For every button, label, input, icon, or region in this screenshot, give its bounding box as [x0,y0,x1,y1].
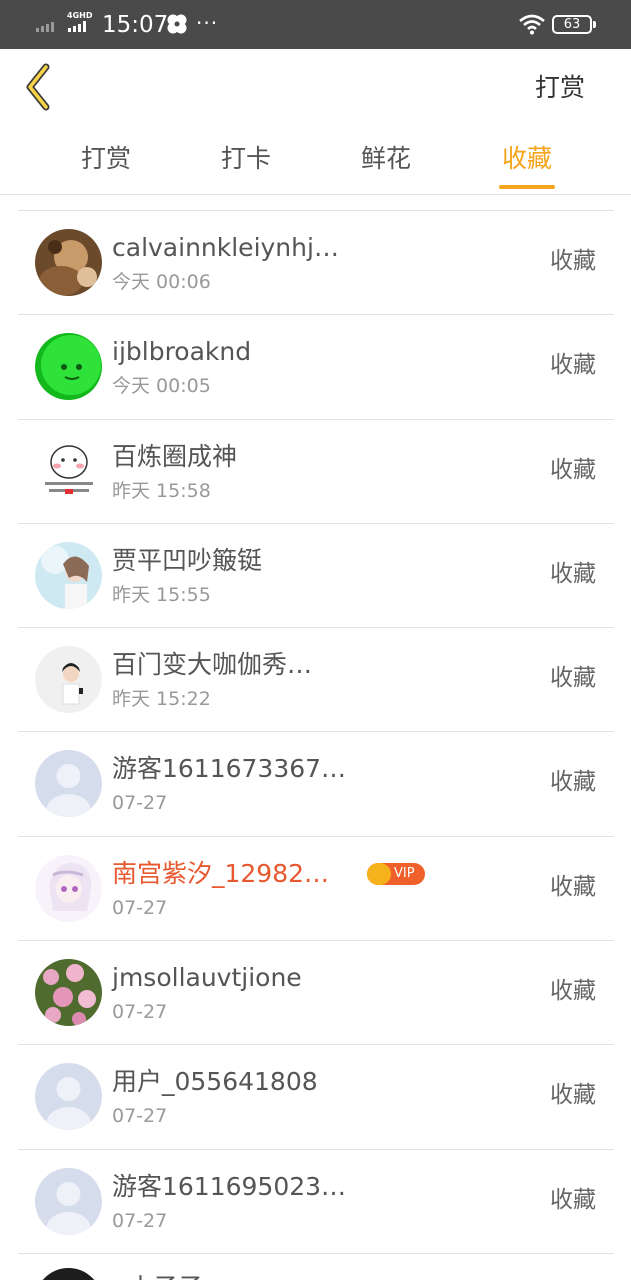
favorite-label: 收藏 [550,352,596,379]
back-chevron-icon[interactable] [18,61,62,113]
reward-button[interactable]: 打赏 [535,71,585,105]
more-notifications-icon: ··· [196,11,219,35]
avatar [35,1268,102,1280]
app-notification-icon [167,14,187,34]
favorite-label: 收藏 [550,769,596,796]
list-item[interactable]: ijblbroaknd 今天 00:05 收藏 [18,315,614,420]
timestamp: 07-27 [112,1105,168,1128]
favorite-label: 收藏 [550,873,596,900]
timestamp: 07-27 [112,1209,168,1232]
user-name: jmsollauvtjione [112,963,302,993]
list-item[interactable]: 南宫紫汐_12982… VIP 07-27 收藏 [18,837,614,942]
avatar [35,541,102,609]
tab-bar: 打赏 打卡 鲜花 收藏 [0,129,631,195]
user-name: 游客1611673367… [112,754,347,784]
user-name: 用户_055641808 [112,1067,318,1097]
avatar [35,646,102,714]
crown-icon [367,862,391,885]
favorite-label: 收藏 [550,560,596,587]
avatar [35,1167,102,1235]
timestamp: 07-27 [112,1001,168,1024]
status-time: 15:07 [102,12,169,38]
list-item[interactable]: 百炼圈成神 昨天 15:58 收藏 [18,420,614,524]
tab-checkin[interactable]: 打卡 [176,141,316,177]
timestamp: 07-27 [112,792,168,815]
list-item[interactable]: 游客1611695023… 07-27 收藏 [18,1150,614,1254]
nav-bar: 打赏 [0,49,631,129]
favorite-label: 收藏 [550,665,596,692]
user-name: 南宫紫汐_12982… [112,858,330,888]
list-item[interactable]: 百门变大咖伽秀… 昨天 15:22 收藏 [18,628,614,733]
timestamp: 今天 00:05 [112,375,211,398]
wifi-icon [519,14,545,35]
user-name: ijblbroaknd [112,337,252,367]
favorite-label: 收藏 [550,456,596,483]
avatar [35,959,102,1027]
timestamp: 07-27 [112,896,168,919]
list-item[interactable]: 游客1611673367… 07-27 收藏 [18,732,614,837]
battery-icon: 63 [552,15,596,34]
favorite-label: 收藏 [550,248,596,274]
avatar [35,437,102,505]
user-name: 百门变大咖伽秀… [112,650,313,680]
network-type: 4GHD [67,11,93,20]
list-item[interactable]: jmsollauvtjione 07-27 收藏 [18,941,614,1046]
list-item[interactable]: ··小子子 [18,1253,614,1280]
active-tab-indicator [499,185,555,189]
list-item[interactable]: 用户_055641808 07-27 收藏 [18,1045,614,1150]
timestamp: 昨天 15:58 [112,479,211,502]
tab-favorites[interactable]: 收藏 [457,141,597,177]
user-name: 贾平凹吵簸铤 [112,545,263,575]
user-name: calvainnkleiynhj… [112,233,339,262]
list-item[interactable]: 贾平凹吵簸铤 昨天 15:55 收藏 [18,524,614,629]
favorite-label: 收藏 [550,1082,596,1109]
list-item[interactable]: calvainnkleiynhj… 今天 00:06 收藏 [18,211,614,316]
user-name: ··小子子 [112,1271,203,1280]
avatar [35,854,102,922]
tab-reward[interactable]: 打赏 [36,141,176,177]
signal-bars-icon [68,21,86,32]
status-bar: 4GHD 15:07 ··· 63 [0,0,631,49]
timestamp: 昨天 15:55 [112,583,211,606]
favorites-list: calvainnkleiynhj… 今天 00:06 收藏 ijblbroakn… [18,210,614,1254]
timestamp: 今天 00:06 [112,271,211,293]
avatar [35,1063,102,1131]
user-name: 百炼圈成神 [112,441,238,471]
tab-flowers[interactable]: 鲜花 [316,141,456,177]
avatar [35,750,102,818]
avatar [35,333,102,401]
vip-badge: VIP [367,862,425,885]
signal-bars-icon [36,22,54,32]
favorite-label: 收藏 [550,978,596,1005]
favorite-label: 收藏 [550,1186,596,1213]
user-name: 游客1611695023… [112,1171,347,1201]
avatar [35,229,102,296]
vip-label: VIP [394,865,415,881]
timestamp: 昨天 15:22 [112,688,211,711]
